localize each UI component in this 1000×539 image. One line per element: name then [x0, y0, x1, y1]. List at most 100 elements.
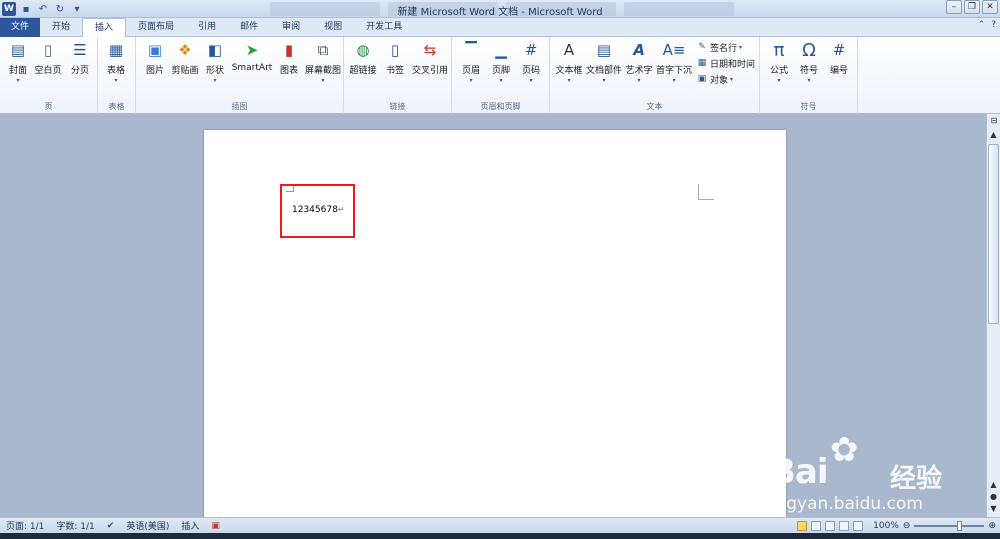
macro-record-icon[interactable]: ▣	[205, 521, 226, 531]
language-status[interactable]: 英语(美国)	[120, 519, 175, 532]
blank-page-button[interactable]: ▯ 空白页	[33, 39, 63, 91]
insert-mode[interactable]: 插入	[175, 519, 205, 532]
date-time-icon: ▦	[697, 58, 707, 68]
group-label: 表格	[108, 102, 125, 111]
button-label: 日期和时间	[710, 59, 756, 70]
quick-parts-button[interactable]: ▤ 文档部件 ▾	[586, 39, 622, 91]
scroll-thumb[interactable]	[988, 144, 999, 324]
bookmark-button[interactable]: ▯ 书签	[380, 39, 410, 91]
full-screen-reading-view-icon[interactable]	[811, 521, 822, 531]
tab-references[interactable]: 引用	[186, 18, 228, 37]
screenshot-button[interactable]: ⧉ 屏幕截图 ▾	[304, 39, 342, 91]
chevron-down-icon: ▾	[114, 77, 118, 84]
button-label: 艺术字	[625, 66, 653, 76]
status-bar: 页面: 1/1 字数: 1/1 ✔ 英语(美国) 插入 ▣ 100% ⊖ ⊕	[0, 517, 1000, 533]
help-icon[interactable]: ?	[991, 20, 996, 30]
hyperlink-button[interactable]: ◍ 超链接	[348, 39, 378, 91]
tab-review[interactable]: 审阅	[270, 18, 312, 37]
tab-page-layout[interactable]: 页面布局	[126, 18, 186, 37]
zoom-in-icon[interactable]: ⊕	[988, 521, 996, 531]
button-label: 表格	[106, 66, 125, 76]
picture-button[interactable]: ▣ 图片	[140, 39, 170, 91]
window-title: 新建 Microsoft Word 文档 - Microsoft Word	[397, 7, 603, 18]
group-label: 页眉和页脚	[480, 102, 521, 111]
symbol-button[interactable]: Ω 符号 ▾	[794, 39, 824, 91]
smartart-button[interactable]: ➤ SmartArt	[231, 39, 273, 91]
page-count[interactable]: 页面: 1/1	[0, 519, 50, 532]
draft-view-icon[interactable]	[853, 521, 864, 531]
web-layout-view-icon[interactable]	[825, 521, 836, 531]
page-number-button[interactable]: # 页码 ▾	[516, 39, 546, 91]
drop-cap-icon: A≡	[662, 41, 686, 59]
view-zoom-controls: 100% ⊖ ⊕	[797, 518, 996, 534]
equation-icon: π	[773, 39, 785, 61]
equation-button[interactable]: π 公式 ▾	[764, 39, 794, 91]
bookmark-icon: ▯	[390, 41, 400, 59]
button-label: 分页	[70, 66, 89, 76]
picture-icon: ▣	[147, 41, 163, 59]
textbox-button[interactable]: A 文本框 ▾	[554, 39, 584, 91]
baidu-watermark: Bai ✿ 经验 jingyan.baidu.com	[760, 430, 980, 520]
zoom-slider[interactable]	[914, 521, 985, 531]
minimize-icon[interactable]: –	[946, 0, 962, 14]
button-label: 空白页	[34, 66, 62, 76]
shapes-button[interactable]: ◧ 形状 ▾	[200, 39, 230, 91]
signature-line-button[interactable]: ✎ 签名行 ▾	[696, 41, 743, 54]
screenshot-icon: ⧉	[317, 41, 329, 59]
tab-home[interactable]: 开始	[40, 18, 82, 37]
table-button[interactable]: ▦ 表格 ▾	[101, 39, 131, 91]
help-area: ⌃ ?	[978, 20, 996, 30]
chevron-down-icon: ▾	[602, 77, 606, 84]
ruler-toggle-icon[interactable]: ⊟	[988, 116, 1000, 128]
word-count[interactable]: 字数: 1/1	[50, 519, 100, 532]
group-label: 文本	[646, 102, 663, 111]
paw-icon: ✿	[830, 430, 859, 470]
margin-corner-mark	[698, 184, 714, 200]
print-layout-view-icon[interactable]	[797, 521, 808, 531]
zoom-out-icon[interactable]: ⊖	[903, 521, 911, 531]
tab-file[interactable]: 文件	[0, 18, 41, 37]
button-label: 屏幕截图	[304, 66, 341, 76]
clipart-button[interactable]: ❖ 剪贴画	[170, 39, 200, 91]
button-label: 剪贴画	[171, 66, 199, 76]
chevron-down-icon: ▾	[16, 77, 20, 84]
drop-cap-button[interactable]: A≡ 首字下沉 ▾	[656, 39, 692, 91]
title-bar: W ▪ ↶ ↻ ▾ 新建 Microsoft Word 文档 - Microso…	[0, 0, 1000, 18]
button-label: 文本框	[555, 66, 583, 76]
button-label: 签名行	[710, 43, 738, 54]
chart-button[interactable]: ▮ 图表	[274, 39, 304, 91]
chevron-down-icon: ▾	[739, 44, 743, 51]
wordart-button[interactable]: A 艺术字 ▾	[624, 39, 654, 91]
outline-view-icon[interactable]	[839, 521, 850, 531]
footer-button[interactable]: ▁ 页脚 ▾	[486, 39, 516, 91]
tab-insert[interactable]: 插入	[82, 18, 127, 38]
close-icon[interactable]: ✕	[982, 0, 998, 14]
zoom-level[interactable]: 100%	[873, 521, 899, 531]
zoom-slider-knob[interactable]	[956, 521, 962, 531]
numbering-button[interactable]: # 编号	[824, 39, 854, 91]
scroll-up-icon[interactable]: ▲	[987, 130, 1000, 143]
cover-page-button[interactable]: ▤ 封面 ▾	[3, 39, 33, 91]
restore-icon[interactable]: ❐	[964, 0, 980, 14]
page-number-icon: #	[524, 41, 538, 59]
button-label: 图片	[145, 66, 164, 76]
highlight-box	[280, 184, 355, 238]
header-button[interactable]: ▔ 页眉 ▾	[456, 39, 486, 91]
minimize-ribbon-icon[interactable]: ⌃	[978, 20, 986, 30]
button-label: SmartArt	[231, 63, 273, 73]
button-label: 超链接	[349, 66, 377, 76]
tab-view[interactable]: 视图	[312, 18, 354, 37]
group-tables: ▦ 表格 ▾ 表格	[98, 37, 136, 114]
chevron-down-icon: ▾	[637, 77, 641, 84]
cross-reference-button[interactable]: ⇆ 交叉引用	[410, 39, 450, 91]
page-break-button[interactable]: ☰ 分页	[65, 39, 95, 91]
proofing-status[interactable]: ✔	[101, 521, 121, 531]
browse-object-icons[interactable]: ▲ ● ▼	[987, 479, 1000, 515]
object-button[interactable]: ▣ 对象 ▾	[696, 73, 733, 86]
symbol-icon: Ω	[802, 39, 816, 61]
vertical-scrollbar[interactable]: ⊟ ▲ ▲ ● ▼	[986, 114, 1000, 517]
tab-mailings[interactable]: 邮件	[228, 18, 270, 37]
tab-developer[interactable]: 开发工具	[354, 18, 414, 37]
group-illustrations: ▣ 图片 ❖ 剪贴画 ◧ 形状 ▾ ➤ SmartArt ▮ 图表 ⧉ 屏幕截图…	[136, 37, 344, 114]
date-time-button[interactable]: ▦ 日期和时间	[696, 57, 756, 70]
